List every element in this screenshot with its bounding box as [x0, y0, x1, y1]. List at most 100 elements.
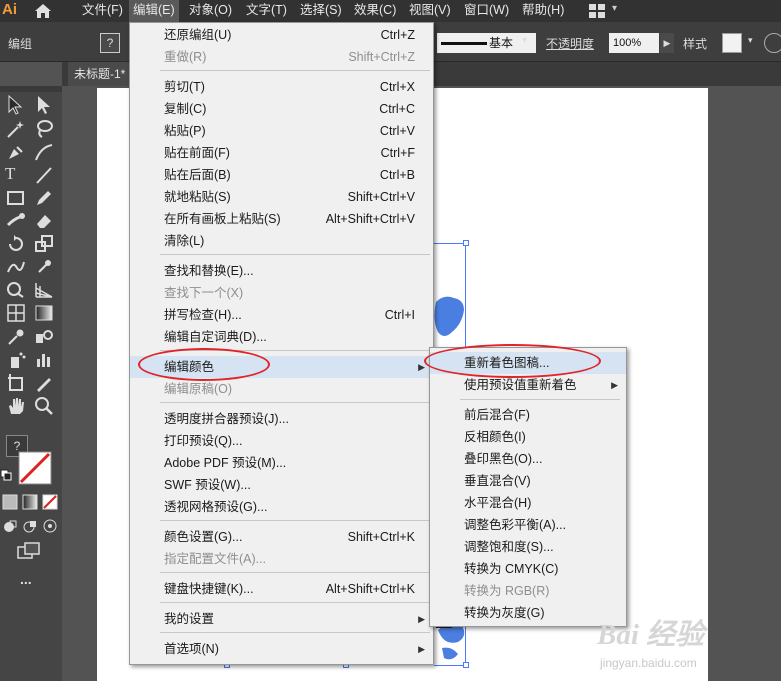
opacity-input[interactable]: 100% [609, 33, 659, 53]
color-submenu-item[interactable]: 叠印黑色(O)... [430, 448, 626, 470]
menu-file[interactable]: 文件(F) [78, 0, 127, 22]
opacity-label[interactable]: 不透明度 [546, 35, 594, 52]
edit-menu-item[interactable]: 打印预设(Q)... [130, 430, 433, 452]
menu-window[interactable]: 窗口(W) [460, 0, 513, 22]
color-submenu-item[interactable]: 转换为 CMYK(C) [430, 558, 626, 580]
scale-tool-icon[interactable] [33, 233, 55, 255]
edit-menu-item[interactable]: Adobe PDF 预设(M)... [130, 452, 433, 474]
edit-menu-item[interactable]: 清除(L) [130, 230, 433, 252]
stroke-none-icon[interactable] [18, 451, 52, 485]
none-mode-icon[interactable] [42, 494, 58, 510]
edit-menu-item[interactable]: 在所有画板上粘贴(S) Alt+Shift+Ctrl+V [130, 208, 433, 230]
line-tool-icon[interactable] [33, 164, 55, 186]
swap-fill-stroke-icon[interactable] [0, 469, 12, 481]
direct-selection-tool-icon[interactable] [33, 94, 55, 116]
recolor-icon[interactable] [764, 33, 781, 53]
eraser-icon[interactable] [33, 210, 55, 232]
edit-menu-item[interactable]: 贴在前面(F) Ctrl+F [130, 142, 433, 164]
edit-menu-item[interactable]: 剪切(T) Ctrl+X [130, 76, 433, 98]
menu-type[interactable]: 文字(T) [242, 0, 291, 22]
workspace-layout-icon[interactable] [589, 4, 605, 18]
pen-tool-icon[interactable] [5, 141, 27, 163]
puppet-warp-icon[interactable] [33, 256, 55, 278]
help-button[interactable]: ? [100, 33, 120, 53]
eyedropper-icon[interactable] [5, 326, 27, 348]
gradient-mode-icon[interactable] [22, 494, 38, 510]
edit-menu-item[interactable]: 查找下一个(X) [130, 282, 433, 304]
column-graph-icon[interactable] [33, 349, 55, 371]
perspective-grid-icon[interactable] [33, 279, 55, 301]
color-mode-icon[interactable] [2, 494, 18, 510]
color-submenu-item[interactable]: 水平混合(H) [430, 492, 626, 514]
edit-menu-item[interactable]: 拼写检查(H)... Ctrl+I [130, 304, 433, 326]
type-tool-icon[interactable]: T [5, 164, 27, 186]
magic-wand-icon[interactable] [5, 118, 27, 140]
zoom-tool-icon[interactable] [33, 395, 55, 417]
menu-item-label: 编辑自定词典(D)... [164, 330, 267, 344]
color-submenu-item[interactable]: 调整饱和度(S)... [430, 536, 626, 558]
edit-menu-item[interactable]: 还原编组(U) Ctrl+Z [130, 24, 433, 46]
edit-menu-item[interactable]: 颜色设置(G)... Shift+Ctrl+K [130, 526, 433, 548]
chevron-down-icon[interactable]: ▾ [522, 35, 527, 46]
shape-builder-icon[interactable] [5, 279, 27, 301]
edit-menu-item[interactable]: 透明度拼合器预设(J)... [130, 408, 433, 430]
gradient-tool-icon[interactable] [33, 302, 55, 324]
edit-menu-item[interactable]: 查找和替换(E)... [130, 260, 433, 282]
edit-menu-item[interactable]: 透视网格预设(G)... [130, 496, 433, 518]
edit-menu-item[interactable]: 编辑原稿(O) [130, 378, 433, 400]
edit-menu-item[interactable]: SWF 预设(W)... [130, 474, 433, 496]
color-submenu-item[interactable]: 垂直混合(V) [430, 470, 626, 492]
chevron-down-icon[interactable]: ▾ [748, 35, 753, 46]
edit-menu-item[interactable]: 粘贴(P) Ctrl+V [130, 120, 433, 142]
menu-edit[interactable]: 编辑(E) [129, 0, 179, 22]
draw-behind-icon[interactable] [22, 518, 38, 534]
color-submenu-item[interactable]: 转换为 RGB(R) [430, 580, 626, 602]
draw-inside-icon[interactable] [42, 518, 58, 534]
screen-mode-icon[interactable] [17, 542, 41, 560]
edit-menu-item[interactable]: 键盘快捷键(K)... Alt+Shift+Ctrl+K [130, 578, 433, 600]
home-icon[interactable] [34, 3, 52, 19]
more-tools-icon[interactable]: ... [20, 571, 42, 593]
color-submenu-item[interactable]: 前后混合(F) [430, 404, 626, 426]
paintbrush-icon[interactable] [5, 210, 27, 232]
rotate-tool-icon[interactable] [5, 233, 27, 255]
color-submenu-item[interactable]: 调整色彩平衡(A)... [430, 514, 626, 536]
fill-stroke-widget[interactable]: ? [0, 431, 56, 491]
edit-menu-item[interactable]: 贴在后面(B) Ctrl+B [130, 164, 433, 186]
menu-item-label: 叠印黑色(O)... [464, 452, 543, 466]
color-submenu-item[interactable]: 反相颜色(I) [430, 426, 626, 448]
pencil-tool-icon[interactable] [33, 187, 55, 209]
lasso-icon[interactable] [33, 118, 55, 140]
selection-handle[interactable] [463, 240, 469, 246]
menu-effect[interactable]: 效果(C) [350, 0, 400, 22]
symbol-sprayer-icon[interactable] [5, 349, 27, 371]
menu-help[interactable]: 帮助(H) [518, 0, 568, 22]
edit-menu-item[interactable]: 复制(C) Ctrl+C [130, 98, 433, 120]
artboard-tool-icon[interactable] [5, 372, 27, 394]
curvature-tool-icon[interactable] [33, 141, 55, 163]
draw-normal-icon[interactable] [2, 518, 18, 534]
chevron-down-icon[interactable]: ▾ [612, 3, 617, 14]
chevron-right-icon[interactable]: ▶ [660, 33, 674, 53]
edit-menu-item[interactable]: 指定配置文件(A)... [130, 548, 433, 570]
menu-object[interactable]: 对象(O) [185, 0, 236, 22]
warp-tool-icon[interactable] [5, 256, 27, 278]
style-swatch[interactable] [722, 33, 742, 53]
menu-select[interactable]: 选择(S) [296, 0, 346, 22]
selection-handle[interactable] [463, 662, 469, 668]
edit-menu-item[interactable]: 编辑自定词典(D)... [130, 326, 433, 348]
selection-tool-icon[interactable] [5, 94, 27, 116]
document-tab[interactable]: 未标题-1* [68, 62, 132, 86]
edit-menu-item[interactable]: 就地粘贴(S) Shift+Ctrl+V [130, 186, 433, 208]
edit-menu-item[interactable]: 我的设置 ▶ [130, 608, 433, 630]
menu-view[interactable]: 视图(V) [405, 0, 455, 22]
blend-tool-icon[interactable] [33, 326, 55, 348]
edit-menu-item[interactable]: 首选项(N) ▶ [130, 638, 433, 660]
slice-tool-icon[interactable] [33, 372, 55, 394]
hand-tool-icon[interactable] [5, 395, 27, 417]
mesh-tool-icon[interactable] [5, 302, 27, 324]
edit-menu-item[interactable]: 重做(R) Shift+Ctrl+Z [130, 46, 433, 68]
rectangle-tool-icon[interactable] [5, 187, 27, 209]
menu-item-label: 调整饱和度(S)... [464, 540, 554, 554]
menu-item-shortcut: Ctrl+B [379, 168, 415, 182]
